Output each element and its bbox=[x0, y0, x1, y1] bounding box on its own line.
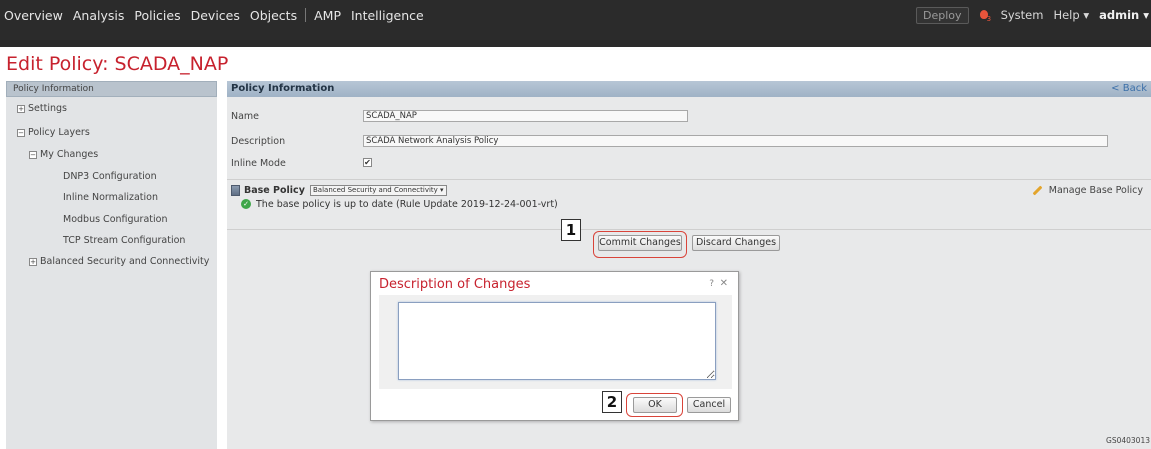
sidebar-item-label: Modbus Configuration bbox=[63, 214, 168, 225]
sidebar-item-settings[interactable]: + Settings bbox=[17, 103, 67, 114]
user-menu[interactable]: admin ▾ bbox=[1099, 8, 1149, 22]
name-field[interactable]: SCADA_NAP bbox=[363, 110, 688, 122]
manage-base-policy-label: Manage Base Policy bbox=[1048, 185, 1143, 196]
top-nav-bar: Overview Analysis Policies Devices Objec… bbox=[0, 0, 1151, 47]
nav-analysis[interactable]: Analysis bbox=[68, 8, 130, 23]
alert-icon[interactable]: 3 bbox=[979, 9, 992, 23]
policy-sidebar: Policy Information + Settings − Policy L… bbox=[6, 81, 217, 449]
sidebar-item-modbus-configuration[interactable]: Modbus Configuration bbox=[63, 214, 168, 225]
nav-overview[interactable]: Overview bbox=[0, 8, 68, 23]
collapse-icon[interactable]: − bbox=[17, 128, 25, 137]
right-nav: Deploy 3 System Help ▾ admin ▾ bbox=[916, 6, 1149, 24]
sidebar-item-tcp-stream-configuration[interactable]: TCP Stream Configuration bbox=[63, 235, 185, 246]
system-menu[interactable]: System bbox=[1001, 8, 1044, 22]
sidebar-item-label: Inline Normalization bbox=[63, 192, 159, 203]
nav-divider bbox=[305, 8, 307, 22]
discard-changes-button[interactable]: Discard Changes bbox=[692, 235, 780, 251]
figure-id: GS0403013 bbox=[1106, 436, 1150, 445]
panel-title: Policy Information bbox=[231, 83, 335, 94]
base-policy-status: The base policy is up to date (Rule Upda… bbox=[256, 199, 558, 210]
expand-icon[interactable]: + bbox=[17, 104, 25, 113]
callout-2: 2 bbox=[602, 391, 622, 413]
deploy-button[interactable]: Deploy bbox=[916, 6, 969, 24]
panel-header: Policy Information < Back bbox=[227, 81, 1151, 97]
check-circle-icon: ✓ bbox=[241, 199, 251, 209]
description-of-changes-dialog: Description of Changes ? ✕ 2 OK Cancel bbox=[370, 271, 739, 421]
sidebar-item-label: TCP Stream Configuration bbox=[63, 235, 186, 246]
description-textarea[interactable] bbox=[398, 302, 716, 380]
main-nav: Overview Analysis Policies Devices Objec… bbox=[0, 6, 429, 24]
divider bbox=[227, 179, 1151, 180]
sidebar-item-label: Balanced Security and Connectivity bbox=[40, 256, 210, 267]
sidebar-item-label: Policy Layers bbox=[28, 127, 90, 138]
sidebar-item-policy-information[interactable]: Policy Information bbox=[6, 81, 217, 97]
expand-icon[interactable]: + bbox=[29, 257, 37, 266]
callout-1: 1 bbox=[561, 219, 581, 241]
collapse-icon[interactable]: − bbox=[29, 150, 37, 159]
help-menu[interactable]: Help ▾ bbox=[1053, 8, 1089, 22]
inline-mode-label: Inline Mode bbox=[231, 158, 286, 169]
dialog-body bbox=[379, 295, 732, 389]
sidebar-item-label: Settings bbox=[28, 103, 67, 114]
sidebar-item-dnp3-configuration[interactable]: DNP3 Configuration bbox=[63, 171, 157, 182]
cancel-button[interactable]: Cancel bbox=[687, 397, 731, 413]
description-label: Description bbox=[231, 136, 286, 147]
nav-devices[interactable]: Devices bbox=[186, 8, 245, 23]
close-icon[interactable]: ✕ bbox=[720, 278, 728, 289]
pencil-icon bbox=[1032, 185, 1043, 196]
dialog-title: Description of Changes bbox=[379, 277, 531, 292]
manage-base-policy-link[interactable]: Manage Base Policy bbox=[1032, 185, 1143, 196]
divider bbox=[227, 229, 1151, 230]
name-label: Name bbox=[231, 111, 260, 122]
base-policy-label: Base Policy bbox=[244, 185, 305, 196]
nav-policies[interactable]: Policies bbox=[129, 8, 185, 23]
sidebar-item-balanced-security[interactable]: + Balanced Security and Connectivity bbox=[29, 256, 209, 267]
sidebar-item-inline-normalization[interactable]: Inline Normalization bbox=[63, 192, 158, 203]
page-title: Edit Policy: SCADA_NAP bbox=[6, 53, 229, 75]
sidebar-item-label: DNP3 Configuration bbox=[63, 171, 157, 182]
base-policy-select[interactable]: Balanced Security and Connectivity ▾ bbox=[310, 185, 447, 196]
ok-button[interactable]: OK bbox=[633, 397, 677, 413]
nav-objects[interactable]: Objects bbox=[245, 8, 302, 23]
base-policy-icon bbox=[231, 185, 240, 196]
commit-changes-button[interactable]: Commit Changes bbox=[598, 235, 682, 251]
sidebar-item-policy-layers[interactable]: − Policy Layers bbox=[17, 127, 90, 138]
sidebar-item-my-changes[interactable]: − My Changes bbox=[29, 149, 98, 160]
inline-mode-checkbox[interactable]: ✔ bbox=[363, 158, 372, 167]
alert-count: 3 bbox=[986, 15, 992, 23]
back-link[interactable]: < Back bbox=[1111, 81, 1147, 97]
nav-amp[interactable]: AMP bbox=[309, 8, 346, 23]
description-field[interactable]: SCADA Network Analysis Policy bbox=[363, 135, 1108, 147]
help-icon[interactable]: ? bbox=[709, 279, 714, 289]
sidebar-item-label: My Changes bbox=[40, 149, 99, 160]
nav-intelligence[interactable]: Intelligence bbox=[346, 8, 429, 23]
